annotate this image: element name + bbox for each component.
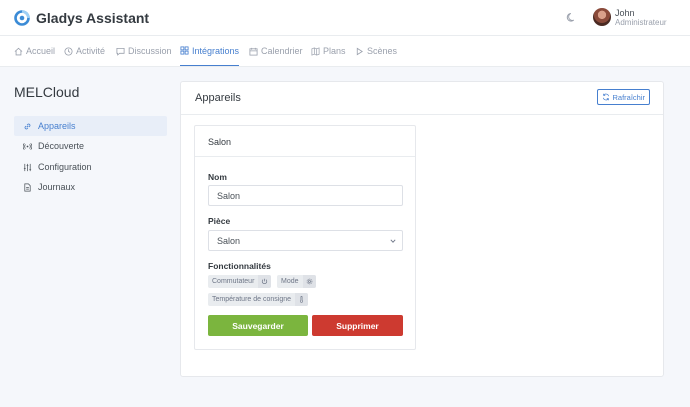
home-icon	[14, 47, 23, 55]
refresh-label: Rafraîchir	[612, 92, 645, 102]
sidebar-item-appareils[interactable]: Appareils	[14, 116, 167, 136]
refresh-icon	[603, 93, 610, 101]
sidebar-item-label: Découverte	[38, 141, 85, 151]
name-input-value: Salon	[217, 190, 241, 201]
tab-discussion[interactable]: Discussion	[116, 36, 172, 66]
name-label: Nom	[208, 172, 227, 182]
tab-label: Intégrations	[192, 45, 240, 56]
clock-icon	[64, 46, 73, 56]
tab-integrations[interactable]: Intégrations	[180, 36, 240, 66]
gear-icon	[306, 278, 312, 285]
link-icon	[24, 123, 31, 129]
save-button[interactable]: Sauvegarder	[208, 315, 308, 336]
tab-accueil[interactable]: Accueil	[14, 36, 55, 66]
sidebar-item-label: Appareils	[38, 121, 76, 131]
sidebar-item-decouverte[interactable]: Découverte	[14, 136, 167, 156]
tab-scenes[interactable]: Scènes	[355, 36, 397, 66]
thermometer-icon	[300, 296, 303, 303]
device-header-name: Salon	[208, 137, 232, 147]
feature-badge-temperature: Température de consigne	[208, 293, 308, 306]
main-nav: Accueil Activité Discussion Intégrations…	[0, 36, 690, 67]
tab-label: Activité	[76, 46, 106, 56]
device-card-header: Salon	[195, 126, 415, 157]
sidebar-item-label: Journaux	[38, 182, 76, 192]
radio-icon	[23, 142, 32, 150]
feature-badge-mode: Mode	[277, 275, 316, 288]
tab-activite[interactable]: Activité	[64, 36, 105, 66]
tab-label: Scènes	[367, 46, 398, 56]
features-label: Fonctionnalités	[208, 261, 271, 271]
room-label: Pièce	[208, 216, 231, 226]
refresh-button[interactable]: Rafraîchir	[597, 89, 650, 105]
tab-label: Plans	[323, 46, 346, 56]
tab-label: Accueil	[26, 46, 56, 56]
delete-button[interactable]: Supprimer	[312, 315, 403, 336]
tab-label: Discussion	[128, 46, 172, 56]
tab-label: Calendrier	[261, 46, 303, 56]
devices-title: Appareils	[195, 92, 241, 104]
device-card: Salon Nom Salon Pièce Salon Fonctionnali…	[194, 125, 416, 350]
room-select[interactable]: Salon	[208, 230, 403, 251]
sliders-icon	[23, 163, 32, 171]
devices-card: Appareils Rafraîchir Salon Nom Salon Piè…	[180, 81, 664, 377]
user-role: Administrateur	[615, 18, 667, 27]
app-title[interactable]: Gladys Assistant	[36, 10, 149, 26]
room-select-value: Salon	[217, 235, 241, 246]
chevron-down-icon	[390, 239, 396, 243]
sidebar-item-label: Configuration	[38, 162, 92, 172]
calendar-icon	[249, 47, 258, 56]
grid-icon	[180, 46, 189, 55]
sidebar-item-journaux[interactable]: Journaux	[14, 177, 167, 197]
map-icon	[311, 46, 320, 56]
sidebar-item-configuration[interactable]: Configuration	[14, 157, 167, 177]
moon-icon[interactable]	[566, 12, 577, 23]
feature-label: Température de consigne	[212, 296, 291, 303]
top-bar: Gladys Assistant John Administrateur	[0, 0, 690, 36]
tab-plans[interactable]: Plans	[311, 36, 346, 66]
delete-label: Supprimer	[336, 320, 379, 331]
file-icon	[24, 183, 31, 191]
page-title: MELCloud	[14, 84, 80, 100]
avatar[interactable]	[593, 8, 611, 26]
feature-label: Commutateur	[212, 278, 255, 285]
gladys-logo-icon	[14, 10, 30, 26]
message-icon	[116, 47, 125, 56]
power-icon	[262, 278, 268, 284]
play-icon	[356, 47, 363, 55]
tab-calendrier[interactable]: Calendrier	[249, 36, 303, 66]
save-label: Sauvegarder	[232, 320, 284, 331]
name-input[interactable]: Salon	[208, 185, 403, 206]
user-name[interactable]: John	[615, 8, 635, 18]
devices-card-header: Appareils Rafraîchir	[181, 82, 663, 115]
feature-badge-commutateur: Commutateur	[208, 275, 272, 288]
feature-label: Mode	[281, 278, 299, 285]
